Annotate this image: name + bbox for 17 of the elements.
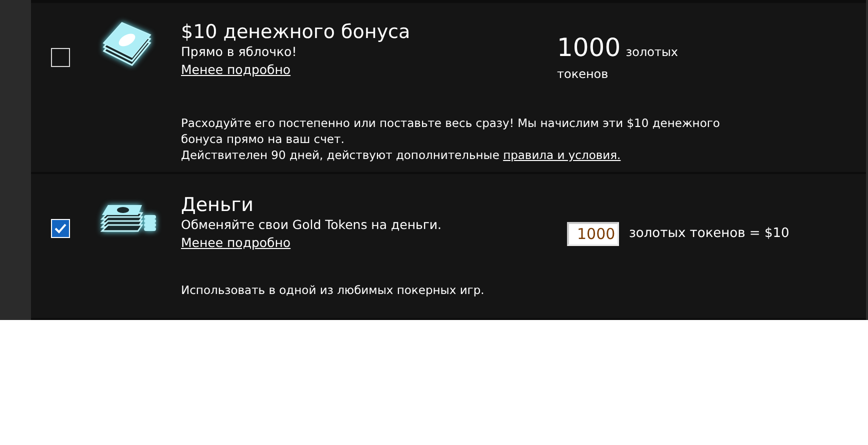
less-details-link[interactable]: Менее подробно	[181, 233, 557, 252]
offer-terms: Действителен 90 дней, действуют дополнительные правила и условия.	[181, 147, 622, 163]
less-details-link[interactable]: Менее подробно	[181, 60, 557, 79]
exchange-rate: золотых токенов = $10	[629, 226, 790, 241]
token-unit: токенов	[557, 66, 610, 83]
token-amount: 1000	[557, 33, 621, 62]
offer-title: $10 денежного бонуса	[181, 21, 412, 43]
checkbox[interactable]	[51, 48, 70, 67]
token-input[interactable]: 1000	[567, 222, 619, 246]
offer-title: Деньги	[181, 194, 254, 216]
check-icon	[54, 223, 67, 234]
offer-description: Использовать в одной из любимых покерных игр.	[181, 282, 486, 298]
terms-link[interactable]: правила и условия.	[503, 148, 621, 162]
offer-subtitle: Обменяйте свои Gold Tokens на деньги.	[181, 216, 443, 233]
token-unit: золотых	[626, 45, 678, 59]
offer-subtitle: Прямо в яблочко!	[181, 43, 298, 60]
offer-description: Расходуйте его постепенно или поставьте весь сразу! Мы начислим эти $10 денежного бонуса прямо на ваш счет.	[181, 115, 721, 147]
